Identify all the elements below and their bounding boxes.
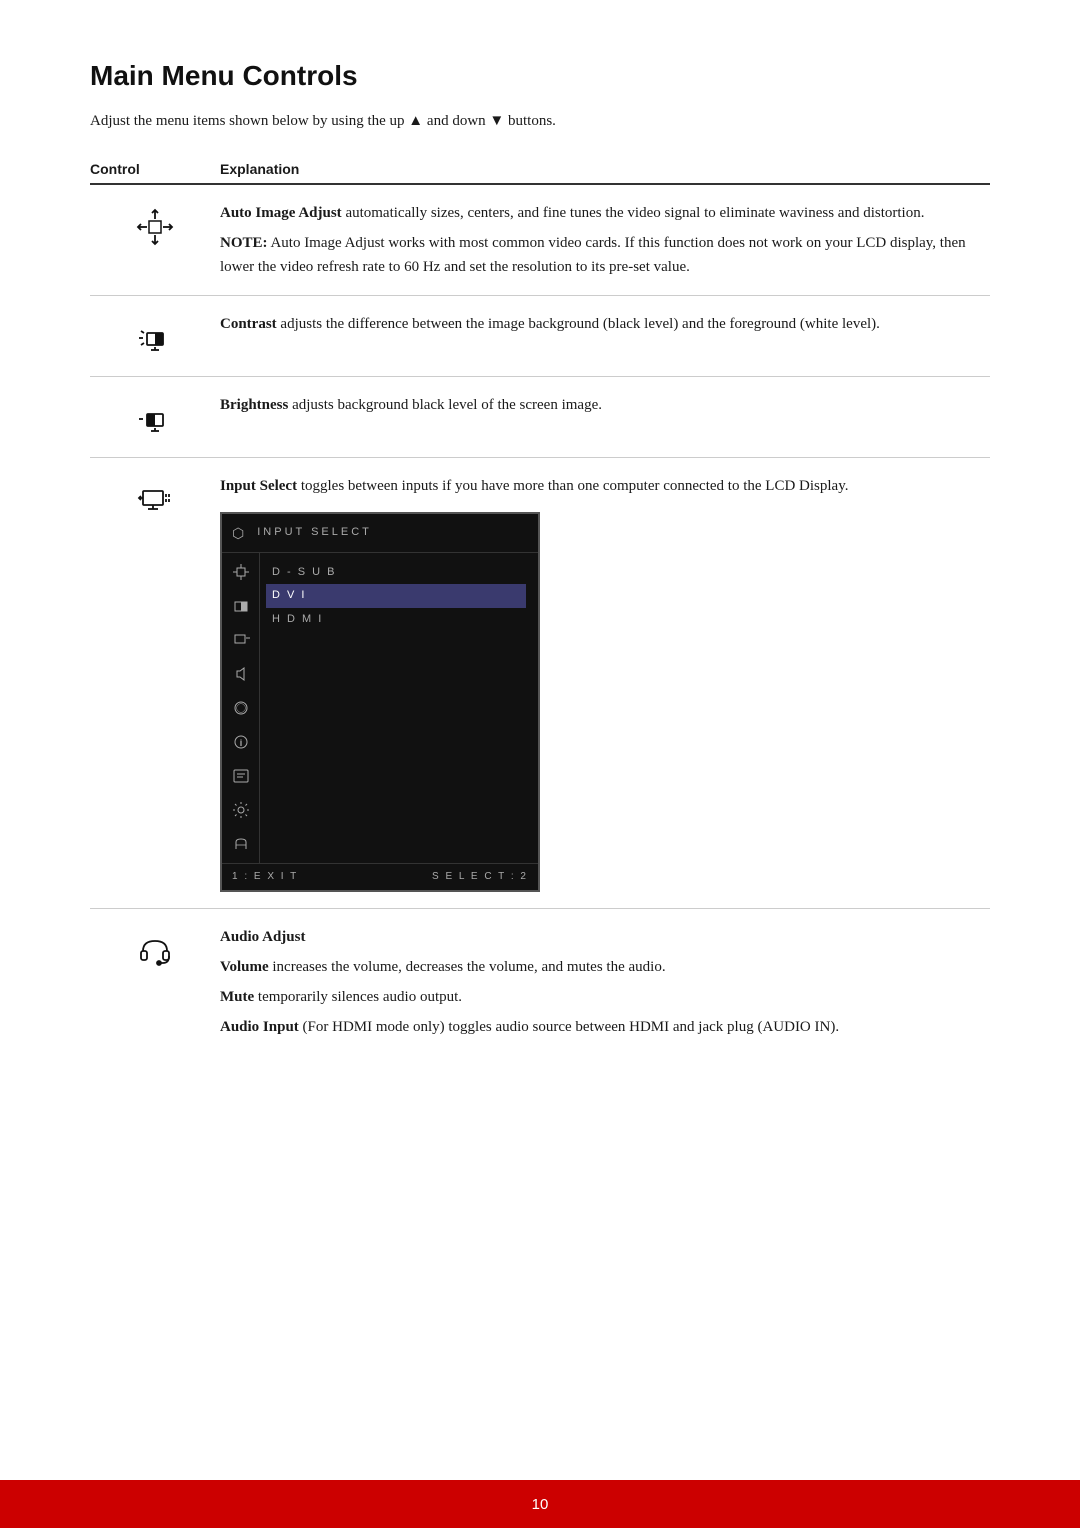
- menu-icon-contrast: [230, 595, 252, 617]
- input-select-menu-box: ⬡ INPUT SELECT: [220, 512, 540, 892]
- menu-icon-info: i: [230, 731, 252, 753]
- menu-option-dsub: D - S U B: [272, 561, 526, 585]
- input-select-icon-cell: [90, 474, 220, 522]
- brightness-icon: [133, 397, 177, 441]
- menu-header-icon: ⬡: [232, 522, 247, 544]
- input-select-icon: [133, 478, 177, 522]
- svg-text:i: i: [239, 738, 242, 748]
- page-content: Main Menu Controls Adjust the menu items…: [0, 0, 1080, 1155]
- audio-adjust-explanation: Audio Adjust Volume increases the volume…: [220, 925, 990, 1039]
- page-footer: 10: [0, 1480, 1080, 1528]
- table-row: Audio Adjust Volume increases the volume…: [90, 909, 990, 1055]
- audio-adjust-icon-cell: [90, 925, 220, 973]
- menu-icon-input: [230, 629, 252, 651]
- menu-option-dvi: D V I: [266, 584, 526, 608]
- intro-text: Adjust the menu items shown below by usi…: [90, 110, 990, 133]
- footer-select: S E L E C T : 2: [432, 869, 528, 885]
- input-select-footer: 1 : E X I T S E L E C T : 2: [222, 863, 538, 890]
- menu-icons-column: i: [222, 553, 260, 863]
- footer-exit: 1 : E X I T: [232, 869, 298, 885]
- input-select-title: INPUT SELECT: [257, 524, 372, 542]
- menu-icon-auto: [230, 561, 252, 583]
- auto-image-adjust-icon: [133, 205, 177, 249]
- auto-image-adjust-icon-cell: [90, 201, 220, 249]
- menu-option-hdmi: H D M I: [272, 608, 526, 632]
- input-select-header: ⬡ INPUT SELECT: [222, 514, 538, 553]
- main-table: Control Explanation: [90, 161, 990, 1055]
- table-row: Input Select toggles between inputs if y…: [90, 458, 990, 909]
- header-explanation: Explanation: [220, 161, 990, 177]
- page-number: 10: [532, 1496, 549, 1513]
- header-control: Control: [90, 161, 220, 177]
- table-row: Contrast adjusts the difference between …: [90, 296, 990, 377]
- input-select-menu: i D: [222, 553, 538, 863]
- menu-icon-audio: [230, 663, 252, 685]
- audio-adjust-icon: [133, 929, 177, 973]
- menu-icon-settings: [230, 799, 252, 821]
- menu-icon-memory: [230, 833, 252, 855]
- auto-image-adjust-explanation: Auto Image Adjust automatically sizes, c…: [220, 201, 990, 279]
- contrast-icon: [133, 316, 177, 360]
- input-select-explanation: Input Select toggles between inputs if y…: [220, 474, 990, 892]
- brightness-icon-cell: [90, 393, 220, 441]
- table-row: Auto Image Adjust automatically sizes, c…: [90, 185, 990, 296]
- contrast-icon-cell: [90, 312, 220, 360]
- brightness-explanation: Brightness adjusts background black leve…: [220, 393, 990, 417]
- menu-options-column: D - S U B D V I H D M I: [260, 553, 538, 863]
- page-title: Main Menu Controls: [90, 60, 990, 92]
- table-header: Control Explanation: [90, 161, 990, 185]
- table-row: Brightness adjusts background black leve…: [90, 377, 990, 458]
- contrast-explanation: Contrast adjusts the difference between …: [220, 312, 990, 336]
- menu-icon-manual: [230, 765, 252, 787]
- menu-icon-color: [230, 697, 252, 719]
